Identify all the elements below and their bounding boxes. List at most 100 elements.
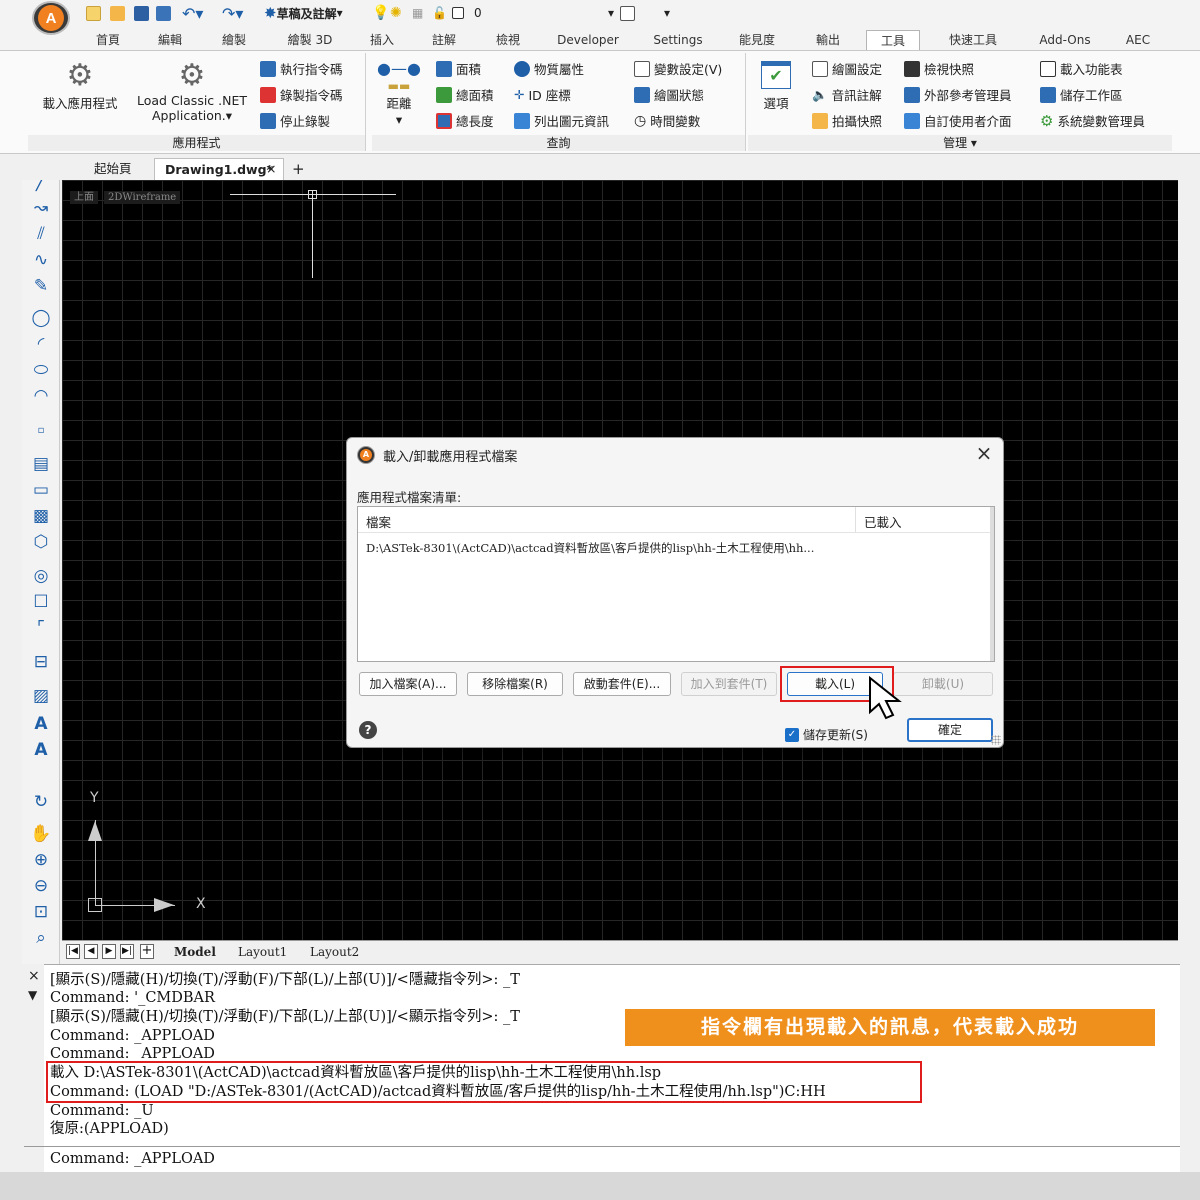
layer-color-icon[interactable]: [452, 4, 464, 22]
tab-view[interactable]: 檢視: [488, 30, 528, 50]
workspace-dropdown[interactable]: ✸ 草稿及註解 ▾: [264, 4, 343, 22]
ellipse-icon[interactable]: ⬭: [28, 358, 54, 382]
tab-annotate[interactable]: 註解: [424, 30, 464, 50]
add-layout-icon[interactable]: +: [140, 944, 154, 959]
command-input[interactable]: Command: _APPLOAD: [24, 1146, 1180, 1170]
new-file-icon[interactable]: [86, 4, 101, 22]
tab-developer[interactable]: Developer: [550, 30, 626, 50]
donut-icon[interactable]: ◎: [28, 564, 54, 588]
boundary-icon[interactable]: ⬡: [28, 530, 54, 554]
close-icon[interactable]: ×: [973, 442, 995, 464]
regen-icon[interactable]: ↻: [28, 790, 54, 814]
load-net-app-button[interactable]: ⚙ Load Classic .NET Application.▾: [134, 59, 250, 124]
distance-button[interactable]: ●—● ▬▬ 距離 ▾: [376, 59, 422, 127]
tab-quick-tools[interactable]: 快速工具: [938, 30, 1008, 50]
sysvar-manager-button[interactable]: ⚙ 系統變數管理員: [1040, 111, 1145, 130]
tab-draw[interactable]: 繪製: [214, 30, 254, 50]
run-script-button[interactable]: 執行指令碼: [260, 59, 343, 78]
layer-props-icon[interactable]: [620, 4, 635, 22]
wipeout-icon[interactable]: ⌜: [28, 616, 54, 640]
add-to-suite-button[interactable]: 加入到套件(T): [681, 672, 777, 696]
id-point-button[interactable]: ✛ ID 座標: [514, 85, 571, 104]
file-list[interactable]: 檔案 已載入 D:\ASTek-8301\(ActCAD)\actcad資料暫放…: [357, 506, 995, 662]
prev-layout-icon[interactable]: ◀: [84, 944, 98, 959]
col-loaded[interactable]: 已載入: [864, 512, 902, 531]
lightbulb-icon[interactable]: 💡: [372, 4, 389, 22]
open-folder-icon[interactable]: [110, 4, 125, 22]
double-line-icon[interactable]: ⫽: [28, 222, 54, 246]
tab-output[interactable]: 輸出: [808, 30, 848, 50]
circle-icon[interactable]: ◯: [28, 306, 54, 330]
view-name[interactable]: 上面: [70, 191, 98, 204]
tab-layout1[interactable]: Layout1: [238, 942, 287, 962]
polyline-icon[interactable]: ↝: [28, 196, 54, 220]
load-toolbar-button[interactable]: 載入功能表: [1040, 59, 1123, 78]
add-tab-icon[interactable]: +: [286, 158, 311, 180]
zoom-realtime-icon[interactable]: ⊕: [28, 848, 54, 872]
close-tab-icon[interactable]: ×: [262, 158, 280, 180]
view-snapshot-button[interactable]: 檢視快照: [904, 59, 974, 78]
freehand-icon[interactable]: ✎: [28, 274, 54, 298]
revcloud-icon[interactable]: ☐: [28, 590, 54, 614]
mtext-icon[interactable]: A: [28, 712, 54, 736]
tab-draw-3d[interactable]: 繪製 3D: [278, 30, 342, 50]
viewport-controls[interactable]: 上面 2DWireframe: [70, 188, 186, 204]
close-icon[interactable]: ×: [28, 968, 40, 984]
tab-start-page[interactable]: 起始頁: [84, 158, 142, 180]
table-icon[interactable]: ⊟: [28, 650, 54, 674]
take-snapshot-button[interactable]: 拍攝快照: [812, 111, 882, 130]
startup-suite-button[interactable]: 啟動套件(E)...: [573, 672, 671, 696]
tab-settings[interactable]: Settings: [648, 30, 708, 50]
save-updates-checkbox[interactable]: ✓ 儲存更新(S): [785, 726, 868, 743]
layer-dropdown-icon[interactable]: ▾: [608, 4, 614, 22]
col-file[interactable]: 檔案: [366, 512, 391, 531]
mass-props-button[interactable]: 物質屬性: [514, 59, 584, 78]
remove-file-button[interactable]: 移除檔案(R): [467, 672, 563, 696]
ok-button[interactable]: 確定: [907, 718, 993, 742]
point-icon[interactable]: ▫: [28, 418, 54, 442]
list-item[interactable]: D:\ASTek-8301\(ActCAD)\actcad資料暫放區\客戶提供的…: [366, 540, 852, 556]
set-var-button[interactable]: 變數設定(V): [634, 59, 722, 78]
resize-grip[interactable]: [991, 735, 1001, 745]
tab-home[interactable]: 首頁: [88, 30, 128, 50]
chevron-down-icon[interactable]: ▼: [28, 988, 37, 1002]
tab-tools[interactable]: 工具: [866, 30, 920, 50]
rectangle-icon[interactable]: ▭: [28, 478, 54, 502]
last-layout-icon[interactable]: ▶|: [120, 944, 134, 959]
list-button[interactable]: 列出圖元資訊: [514, 111, 609, 130]
drawing-status-button[interactable]: 繪圖狀態: [634, 85, 704, 104]
save-as-icon[interactable]: [156, 4, 171, 22]
help-icon[interactable]: ?: [359, 721, 377, 739]
total-area-button[interactable]: 總面積: [436, 85, 494, 104]
ellipse-arc-icon[interactable]: ◠: [28, 384, 54, 408]
block-icon[interactable]: ▨: [28, 684, 54, 708]
area-button[interactable]: 面積: [436, 59, 481, 78]
sun-icon[interactable]: ✺: [390, 4, 402, 22]
text-icon[interactable]: A: [28, 738, 54, 762]
add-file-button[interactable]: 加入檔案(A)...: [359, 672, 457, 696]
undo-icon[interactable]: ↶▾: [182, 4, 203, 23]
tab-edit[interactable]: 編輯: [150, 30, 190, 50]
tab-layout2[interactable]: Layout2: [310, 942, 359, 962]
redo-icon[interactable]: ↷▾: [222, 4, 243, 23]
hatch-icon[interactable]: ▤: [28, 452, 54, 476]
tab-model[interactable]: Model: [174, 942, 216, 962]
tab-insert[interactable]: 插入: [362, 30, 402, 50]
time-button[interactable]: ◷ 時間變數: [634, 111, 700, 130]
freeze-icon[interactable]: ▦: [412, 4, 423, 22]
zoom-window-icon[interactable]: ⊡: [28, 900, 54, 924]
tab-aec[interactable]: AEC: [1118, 30, 1158, 50]
list-scrollbar[interactable]: [990, 507, 994, 661]
customize-ui-button[interactable]: 自訂使用者介面: [904, 111, 1012, 130]
zoom-icon[interactable]: ⌕: [28, 926, 54, 950]
save-workspace-button[interactable]: 儲存工作區: [1040, 85, 1123, 104]
next-layout-icon[interactable]: ▶: [102, 944, 116, 959]
sound-notes-button[interactable]: 🔈 音訊註解: [812, 85, 882, 104]
zoom-previous-icon[interactable]: ⊖: [28, 874, 54, 898]
tab-add-ons[interactable]: Add-Ons: [1032, 30, 1098, 50]
visual-style[interactable]: 2DWireframe: [104, 191, 181, 204]
load-app-button[interactable]: ⚙ 載入應用程式: [32, 59, 128, 112]
save-icon[interactable]: [134, 4, 149, 22]
arc-icon[interactable]: ◜: [28, 332, 54, 356]
record-script-button[interactable]: 錄製指令碼: [260, 85, 343, 104]
